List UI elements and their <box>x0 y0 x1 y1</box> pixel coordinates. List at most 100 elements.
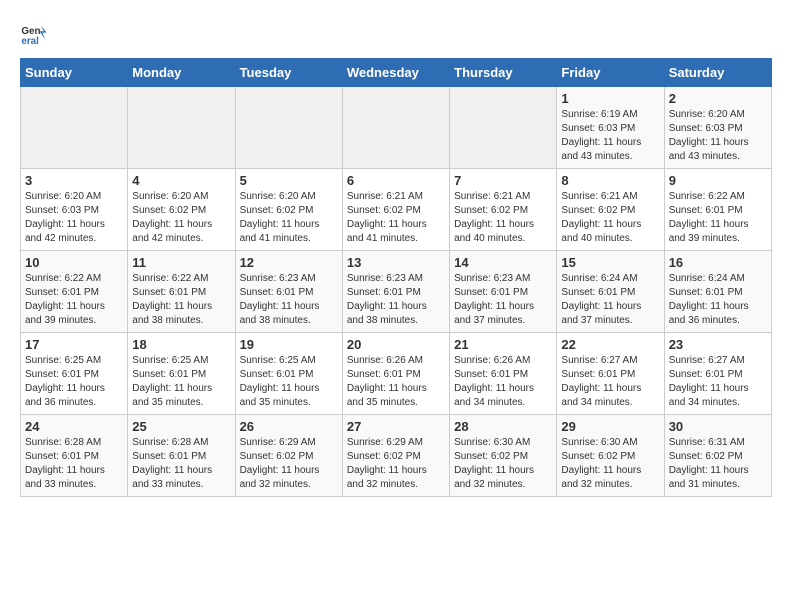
day-number: 4 <box>132 173 230 188</box>
day-info: Sunrise: 6:28 AM Sunset: 6:01 PM Dayligh… <box>132 436 230 492</box>
day-info: Sunrise: 6:30 AM Sunset: 6:02 PM Dayligh… <box>561 436 659 492</box>
day-header-tuesday: Tuesday <box>235 59 342 87</box>
calendar-cell: 3Sunrise: 6:20 AM Sunset: 6:03 PM Daylig… <box>21 169 128 251</box>
day-number: 19 <box>240 337 338 352</box>
day-number: 3 <box>25 173 123 188</box>
day-info: Sunrise: 6:28 AM Sunset: 6:01 PM Dayligh… <box>25 436 123 492</box>
day-info: Sunrise: 6:20 AM Sunset: 6:02 PM Dayligh… <box>240 190 338 246</box>
day-info: Sunrise: 6:25 AM Sunset: 6:01 PM Dayligh… <box>132 354 230 410</box>
calendar-cell: 29 Sunrise: 6:30 AM Sunset: 6:02 PM Dayli… <box>557 415 664 497</box>
calendar-cell: 23 Sunrise: 6:27 AM Sunset: 6:01 PM Dayli… <box>664 333 771 415</box>
calendar-cell: 16 Sunrise: 6:24 AM Sunset: 6:01 PM Dayli… <box>664 251 771 333</box>
day-number: 16 <box>669 255 767 270</box>
calendar-cell <box>21 87 128 169</box>
calendar-table: SundayMondayTuesdayWednesdayThursdayFrid… <box>20 58 772 497</box>
day-number: 10 <box>25 255 123 270</box>
page-header: Gen eral <box>20 20 772 48</box>
day-info: Sunrise: 6:22 AM Sunset: 6:01 PM Dayligh… <box>669 190 767 246</box>
day-number: 8 <box>561 173 659 188</box>
calendar-cell: 22Sunrise: 6:27 AM Sunset: 6:01 PM Dayli… <box>557 333 664 415</box>
calendar-cell: 14 Sunrise: 6:23 AM Sunset: 6:01 PM Dayli… <box>450 251 557 333</box>
calendar-cell: 28 Sunrise: 6:30 AM Sunset: 6:02 PM Dayli… <box>450 415 557 497</box>
day-number: 12 <box>240 255 338 270</box>
day-number: 27 <box>347 419 445 434</box>
calendar-cell: 17Sunrise: 6:25 AM Sunset: 6:01 PM Dayli… <box>21 333 128 415</box>
day-number: 5 <box>240 173 338 188</box>
day-info: Sunrise: 6:22 AM Sunset: 6:01 PM Dayligh… <box>132 272 230 328</box>
day-info: Sunrise: 6:19 AM Sunset: 6:03 PM Dayligh… <box>561 108 659 164</box>
day-info: Sunrise: 6:31 AM Sunset: 6:02 PM Dayligh… <box>669 436 767 492</box>
calendar-cell: 1 Sunrise: 6:19 AM Sunset: 6:03 PM Daylig… <box>557 87 664 169</box>
day-info: Sunrise: 6:21 AM Sunset: 6:02 PM Dayligh… <box>561 190 659 246</box>
day-header-thursday: Thursday <box>450 59 557 87</box>
calendar-cell: 30Sunrise: 6:31 AM Sunset: 6:02 PM Dayli… <box>664 415 771 497</box>
day-number: 15 <box>561 255 659 270</box>
day-header-saturday: Saturday <box>664 59 771 87</box>
day-number: 18 <box>132 337 230 352</box>
day-header-wednesday: Wednesday <box>342 59 449 87</box>
week-row-5: 24 Sunrise: 6:28 AM Sunset: 6:01 PM Dayli… <box>21 415 772 497</box>
day-number: 7 <box>454 173 552 188</box>
day-info: Sunrise: 6:20 AM Sunset: 6:03 PM Dayligh… <box>669 108 767 164</box>
day-number: 1 <box>561 91 659 106</box>
day-number: 14 <box>454 255 552 270</box>
calendar-cell: 19 Sunrise: 6:25 AM Sunset: 6:01 PM Dayli… <box>235 333 342 415</box>
day-number: 13 <box>347 255 445 270</box>
day-number: 21 <box>454 337 552 352</box>
calendar-cell: 24 Sunrise: 6:28 AM Sunset: 6:01 PM Dayli… <box>21 415 128 497</box>
calendar-cell: 26 Sunrise: 6:29 AM Sunset: 6:02 PM Dayli… <box>235 415 342 497</box>
day-info: Sunrise: 6:21 AM Sunset: 6:02 PM Dayligh… <box>454 190 552 246</box>
calendar-cell <box>128 87 235 169</box>
logo-icon: Gen eral <box>20 20 48 48</box>
calendar-cell: 21 Sunrise: 6:26 AM Sunset: 6:01 PM Dayli… <box>450 333 557 415</box>
day-number: 6 <box>347 173 445 188</box>
day-info: Sunrise: 6:25 AM Sunset: 6:01 PM Dayligh… <box>240 354 338 410</box>
week-row-1: 1 Sunrise: 6:19 AM Sunset: 6:03 PM Daylig… <box>21 87 772 169</box>
day-info: Sunrise: 6:24 AM Sunset: 6:01 PM Dayligh… <box>561 272 659 328</box>
calendar-cell: 13Sunrise: 6:23 AM Sunset: 6:01 PM Dayli… <box>342 251 449 333</box>
calendar-cell: 4 Sunrise: 6:20 AM Sunset: 6:02 PM Daylig… <box>128 169 235 251</box>
calendar-cell: 27 Sunrise: 6:29 AM Sunset: 6:02 PM Dayli… <box>342 415 449 497</box>
calendar-cell: 5 Sunrise: 6:20 AM Sunset: 6:02 PM Daylig… <box>235 169 342 251</box>
day-number: 26 <box>240 419 338 434</box>
day-info: Sunrise: 6:23 AM Sunset: 6:01 PM Dayligh… <box>454 272 552 328</box>
day-info: Sunrise: 6:23 AM Sunset: 6:01 PM Dayligh… <box>240 272 338 328</box>
calendar-cell: 11 Sunrise: 6:22 AM Sunset: 6:01 PM Dayli… <box>128 251 235 333</box>
day-number: 28 <box>454 419 552 434</box>
logo: Gen eral <box>20 20 52 48</box>
day-info: Sunrise: 6:20 AM Sunset: 6:02 PM Dayligh… <box>132 190 230 246</box>
day-number: 11 <box>132 255 230 270</box>
day-info: Sunrise: 6:29 AM Sunset: 6:02 PM Dayligh… <box>240 436 338 492</box>
day-number: 23 <box>669 337 767 352</box>
calendar-cell <box>342 87 449 169</box>
day-info: Sunrise: 6:26 AM Sunset: 6:01 PM Dayligh… <box>454 354 552 410</box>
calendar-cell <box>235 87 342 169</box>
day-info: Sunrise: 6:30 AM Sunset: 6:02 PM Dayligh… <box>454 436 552 492</box>
day-header-monday: Monday <box>128 59 235 87</box>
calendar-cell: 2 Sunrise: 6:20 AM Sunset: 6:03 PM Daylig… <box>664 87 771 169</box>
calendar-cell: 6 Sunrise: 6:21 AM Sunset: 6:02 PM Daylig… <box>342 169 449 251</box>
day-info: Sunrise: 6:24 AM Sunset: 6:01 PM Dayligh… <box>669 272 767 328</box>
calendar-cell: 10 Sunrise: 6:22 AM Sunset: 6:01 PM Dayli… <box>21 251 128 333</box>
day-header-friday: Friday <box>557 59 664 87</box>
day-info: Sunrise: 6:21 AM Sunset: 6:02 PM Dayligh… <box>347 190 445 246</box>
calendar-cell <box>450 87 557 169</box>
calendar-cell: 20Sunrise: 6:26 AM Sunset: 6:01 PM Dayli… <box>342 333 449 415</box>
week-row-3: 10 Sunrise: 6:22 AM Sunset: 6:01 PM Dayli… <box>21 251 772 333</box>
day-info: Sunrise: 6:27 AM Sunset: 6:01 PM Dayligh… <box>669 354 767 410</box>
day-header-sunday: Sunday <box>21 59 128 87</box>
calendar-cell: 7 Sunrise: 6:21 AM Sunset: 6:02 PM Daylig… <box>450 169 557 251</box>
day-number: 2 <box>669 91 767 106</box>
calendar-header-row: SundayMondayTuesdayWednesdayThursdayFrid… <box>21 59 772 87</box>
day-number: 25 <box>132 419 230 434</box>
day-number: 24 <box>25 419 123 434</box>
day-number: 22 <box>561 337 659 352</box>
week-row-4: 17Sunrise: 6:25 AM Sunset: 6:01 PM Dayli… <box>21 333 772 415</box>
day-info: Sunrise: 6:22 AM Sunset: 6:01 PM Dayligh… <box>25 272 123 328</box>
calendar-cell: 12 Sunrise: 6:23 AM Sunset: 6:01 PM Dayli… <box>235 251 342 333</box>
day-info: Sunrise: 6:25 AM Sunset: 6:01 PM Dayligh… <box>25 354 123 410</box>
week-row-2: 3Sunrise: 6:20 AM Sunset: 6:03 PM Daylig… <box>21 169 772 251</box>
day-info: Sunrise: 6:29 AM Sunset: 6:02 PM Dayligh… <box>347 436 445 492</box>
day-number: 29 <box>561 419 659 434</box>
calendar-cell: 25 Sunrise: 6:28 AM Sunset: 6:01 PM Dayli… <box>128 415 235 497</box>
